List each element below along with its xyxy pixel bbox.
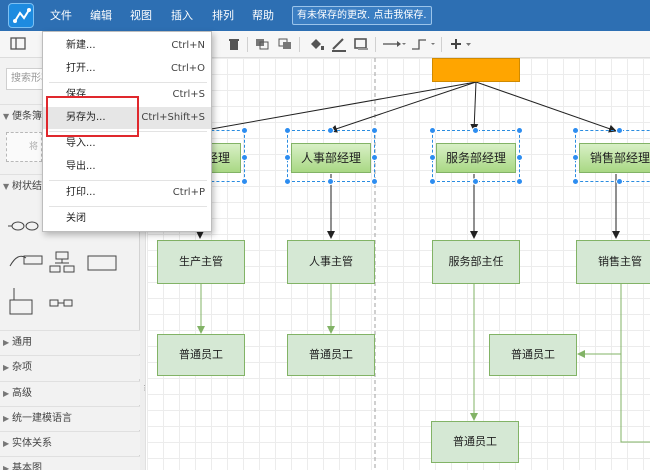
save-as-highlight [46,96,139,137]
shadow-icon[interactable] [353,36,371,52]
section-misc[interactable]: ▶ 杂项 [0,355,140,379]
resize-handle[interactable] [284,178,291,185]
connection-style-icon[interactable] [382,36,406,52]
resize-handle[interactable] [516,178,523,185]
supervisor-node[interactable]: 销售主管 [576,240,650,284]
section-advanced[interactable]: ▶ 高级 [0,381,140,405]
resize-handle[interactable] [327,178,334,185]
resize-handle[interactable] [572,178,579,185]
section-general[interactable]: ▶ 通用 [0,330,140,354]
section-basic[interactable]: ▶ 基本图 [0,456,140,470]
resize-handle[interactable] [429,154,436,161]
collapse-icon: ▶ [3,414,10,423]
collapse-icon: ▶ [3,439,10,448]
resize-handle[interactable] [572,127,579,134]
employee-node[interactable]: 普通员工 [489,334,577,376]
menu-view[interactable]: 视图 [130,0,152,31]
menu-bar: 文件 编辑 视图 插入 排列 帮助 有未保存的更改. 点击我保存. [0,0,650,31]
supervisor-node[interactable]: 服务部主任 [432,240,520,284]
collapse-icon: ▶ [3,464,10,470]
resize-handle[interactable] [284,154,291,161]
collapse-icon: ▶ [3,389,10,398]
menu-file[interactable]: 文件 [50,0,72,31]
resize-handle[interactable] [516,127,523,134]
resize-handle[interactable] [429,127,436,134]
resize-handle[interactable] [616,127,623,134]
resize-handle[interactable] [429,178,436,185]
expand-icon: ▼ [3,182,10,191]
menu-insert[interactable]: 插入 [171,0,193,31]
resize-handle[interactable] [241,178,248,185]
section-uml[interactable]: ▶ 统一建模语言 [0,406,140,430]
panel-toggle-icon[interactable] [10,36,28,52]
resize-handle[interactable] [241,154,248,161]
fill-color-icon[interactable] [307,36,325,52]
resize-handle[interactable] [371,154,378,161]
menu-help[interactable]: 帮助 [252,0,274,31]
diagram-canvas[interactable]: 生产部经理 人事部经理 服务部经理 销售部经理 生产主管 人事主管 服务部主任 … [147,58,650,470]
menu-arrange[interactable]: 排列 [212,0,234,31]
menu-item-new[interactable]: 新建... Ctrl+N [43,35,211,57]
collapse-icon: ▶ [3,338,10,347]
menu-item-export[interactable]: 导出... [43,156,211,178]
resize-handle[interactable] [371,178,378,185]
employee-node[interactable]: 普通员工 [431,421,519,463]
resize-handle[interactable] [572,154,579,161]
resize-handle[interactable] [284,127,291,134]
menu-item-open[interactable]: 打开... Ctrl+O [43,58,211,80]
resize-handle[interactable] [472,127,479,134]
app-logo-icon[interactable] [8,3,34,28]
resize-handle[interactable] [516,154,523,161]
employee-node[interactable]: 普通员工 [157,334,245,376]
resize-handle[interactable] [472,178,479,185]
root-node[interactable] [432,58,520,82]
menu-edit[interactable]: 编辑 [90,0,112,31]
line-color-icon[interactable] [330,36,348,52]
splitter-grip-icon: ⋮ [141,384,148,392]
to-back-icon[interactable] [277,36,295,52]
waypoint-style-icon[interactable] [411,36,435,52]
section-entity-relation[interactable]: ▶ 实体关系 [0,431,140,455]
employee-node[interactable]: 普通员工 [287,334,375,376]
expand-icon: ▼ [3,112,10,121]
collapse-icon: ▶ [3,363,10,372]
resize-handle[interactable] [327,127,334,134]
manager-node[interactable]: 服务部经理 [436,143,516,173]
supervisor-node[interactable]: 生产主管 [157,240,245,284]
scratchpad-drop-area[interactable]: 将 [6,132,42,162]
menu-item-close[interactable]: 关闭 [43,208,211,230]
manager-node[interactable]: 销售部经理 [579,143,650,173]
supervisor-node[interactable]: 人事主管 [287,240,375,284]
manager-node[interactable]: 人事部经理 [291,143,371,173]
resize-handle[interactable] [371,127,378,134]
resize-handle[interactable] [616,178,623,185]
resize-handle[interactable] [241,127,248,134]
insert-plus-icon[interactable] [449,36,475,52]
delete-icon[interactable] [225,36,243,52]
unsaved-changes-button[interactable]: 有未保存的更改. 点击我保存. [292,6,432,25]
menu-item-print[interactable]: 打印... Ctrl+P [43,182,211,204]
to-front-icon[interactable] [254,36,272,52]
